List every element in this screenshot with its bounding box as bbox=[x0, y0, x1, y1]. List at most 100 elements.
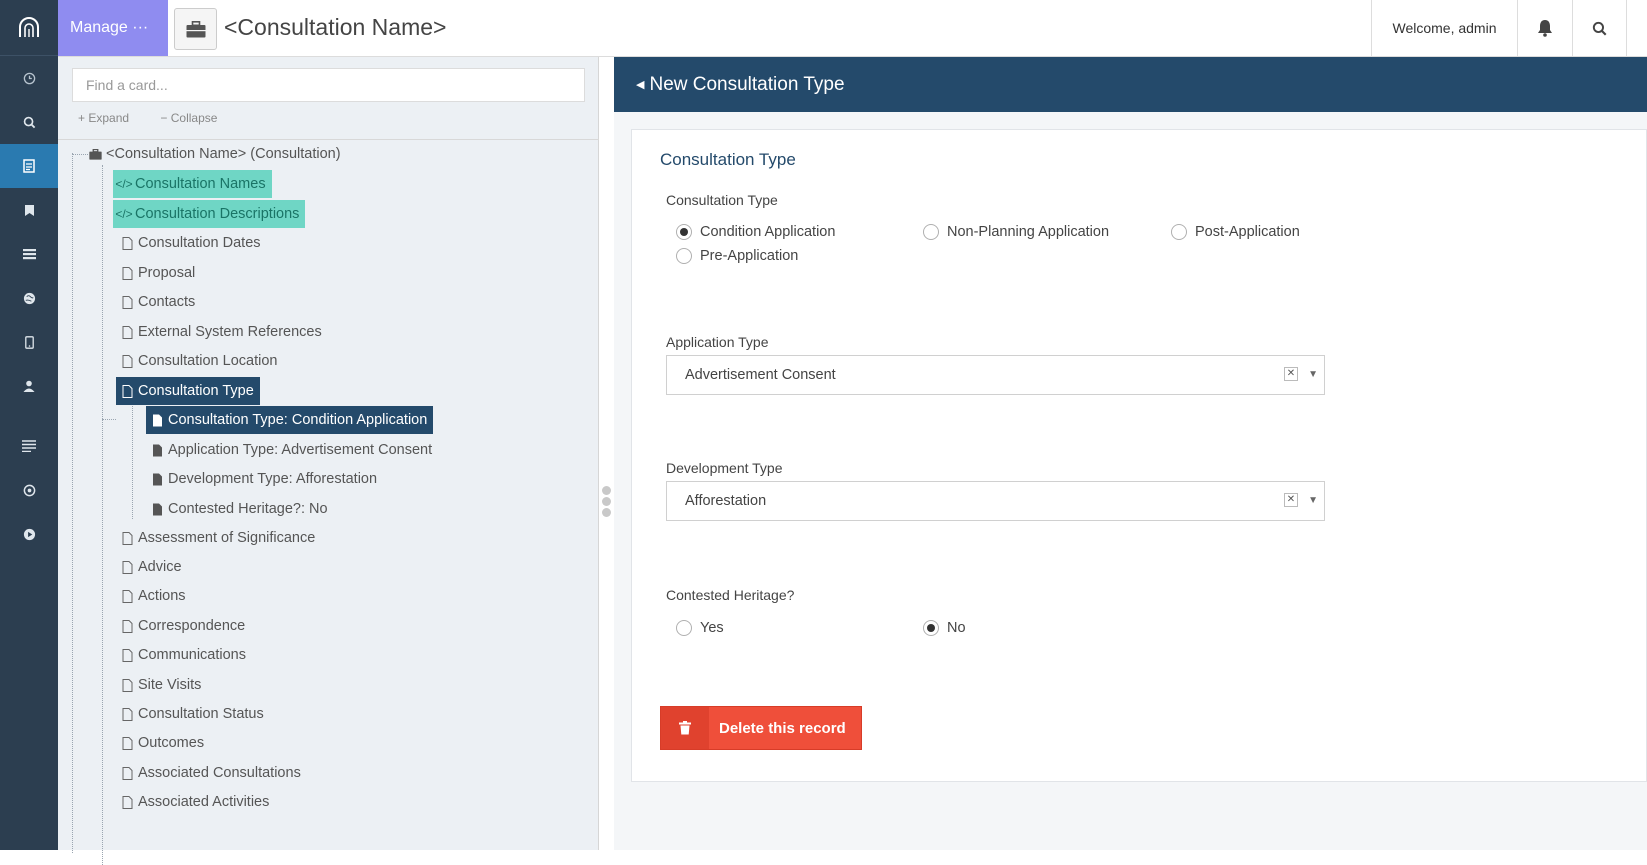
tree-node-label: Consultation Location bbox=[138, 353, 278, 369]
file-icon bbox=[120, 325, 134, 339]
tree-node-application-type-value[interactable]: Application Type: Advertisement Consent bbox=[146, 436, 438, 464]
tree-node-proposal[interactable]: Proposal bbox=[116, 259, 201, 287]
mobile-icon[interactable] bbox=[0, 320, 58, 364]
file-icon bbox=[120, 648, 134, 662]
target-icon[interactable] bbox=[0, 468, 58, 512]
page-title: <Consultation Name> bbox=[224, 14, 447, 40]
tree-node-associated-consultations[interactable]: Associated Consultations bbox=[116, 759, 307, 787]
tree-node-outcomes[interactable]: Outcomes bbox=[116, 729, 210, 757]
tree-node-label: Site Visits bbox=[138, 677, 202, 693]
trash-icon bbox=[661, 707, 709, 749]
tree-guide-line bbox=[102, 419, 116, 420]
caret-left-icon[interactable]: ◀ bbox=[636, 78, 644, 91]
card-tree-panel: Find a card... + Expand − Collapse <Cons… bbox=[58, 57, 599, 865]
tree-node-associated-activities[interactable]: Associated Activities bbox=[116, 788, 275, 816]
chevron-down-icon[interactable]: ▼ bbox=[1308, 482, 1318, 520]
briefcase-button[interactable] bbox=[174, 8, 217, 50]
tree-node-contested-heritage-value[interactable]: Contested Heritage?: No bbox=[146, 495, 334, 523]
clear-icon[interactable]: ✕ bbox=[1284, 367, 1298, 381]
file-icon bbox=[120, 707, 134, 721]
radio-post-application[interactable]: Post-Application bbox=[1171, 224, 1300, 240]
tree-node-advice[interactable]: Advice bbox=[116, 553, 188, 581]
tree-node-site-visits[interactable]: Site Visits bbox=[116, 671, 207, 699]
bookmark-icon[interactable] bbox=[0, 188, 58, 232]
clock-icon[interactable] bbox=[0, 56, 58, 100]
panel-resize-handle[interactable] bbox=[599, 57, 614, 850]
file-icon[interactable] bbox=[0, 144, 58, 188]
radio-heritage-yes[interactable]: Yes bbox=[676, 620, 724, 636]
application-type-select[interactable]: Advertisement Consent ✕ ▼ bbox=[666, 355, 1325, 395]
tree-root-node[interactable]: <Consultation Name> (Consultation) bbox=[84, 140, 347, 168]
radio-pre-application[interactable]: Pre-Application bbox=[676, 248, 798, 264]
tree-node-consultation-names[interactable]: </> Consultation Names bbox=[113, 170, 272, 198]
delete-record-button[interactable]: Delete this record bbox=[660, 706, 862, 750]
tree-node-label: Associated Consultations bbox=[138, 765, 301, 781]
tree-node-consultation-status[interactable]: Consultation Status bbox=[116, 700, 270, 728]
lines-icon[interactable] bbox=[0, 424, 58, 468]
user-icon[interactable] bbox=[0, 364, 58, 408]
search-icon[interactable] bbox=[0, 100, 58, 144]
play-icon[interactable] bbox=[0, 512, 58, 556]
header-search-button[interactable] bbox=[1572, 0, 1627, 56]
development-type-select[interactable]: Afforestation ✕ ▼ bbox=[666, 481, 1325, 521]
radio-circle bbox=[676, 620, 692, 636]
card-header-title: New Consultation Type bbox=[649, 73, 845, 95]
collapse-button[interactable]: − Collapse bbox=[160, 111, 231, 125]
find-card-input[interactable]: Find a card... bbox=[72, 68, 585, 102]
top-header: Manage ··· <Consultation Name> Welcome, … bbox=[58, 0, 1647, 57]
logo-icon[interactable] bbox=[0, 0, 58, 56]
file-solid-icon bbox=[150, 444, 164, 457]
tree-node-assessment-of-significance[interactable]: Assessment of Significance bbox=[116, 524, 321, 552]
tree-node-external-system-references[interactable]: External System References bbox=[116, 318, 328, 346]
tree-node-contacts[interactable]: Contacts bbox=[116, 288, 201, 316]
expand-button[interactable]: + Expand bbox=[78, 111, 143, 125]
tree-node-consultation-location[interactable]: Consultation Location bbox=[116, 347, 283, 375]
search-icon bbox=[1592, 21, 1607, 35]
tree-node-consultation-type-value[interactable]: Consultation Type: Condition Application bbox=[146, 406, 434, 434]
file-icon bbox=[120, 619, 134, 633]
tree-node-communications[interactable]: Communications bbox=[116, 641, 252, 669]
list-icon[interactable] bbox=[0, 232, 58, 276]
globe-icon[interactable] bbox=[0, 276, 58, 320]
tree-node-consultation-descriptions[interactable]: </> Consultation Descriptions bbox=[113, 200, 306, 228]
tree-node-label: External System References bbox=[138, 324, 322, 340]
tree-node-actions[interactable]: Actions bbox=[116, 582, 192, 610]
tree-guide-line bbox=[102, 165, 103, 865]
tree-node-development-type-value[interactable]: Development Type: Afforestation bbox=[146, 465, 383, 493]
grip-dot bbox=[602, 497, 611, 506]
radio-label: Yes bbox=[700, 620, 724, 636]
code-icon: </> bbox=[115, 207, 133, 221]
manage-menu-button[interactable]: Manage ··· bbox=[58, 0, 168, 56]
chevron-down-icon[interactable]: ▼ bbox=[1308, 356, 1318, 394]
briefcase-icon bbox=[186, 20, 205, 37]
tree-node-label: Proposal bbox=[138, 265, 196, 281]
code-icon: </> bbox=[115, 177, 133, 191]
expand-label: Expand bbox=[88, 111, 130, 125]
file-icon bbox=[120, 795, 134, 809]
file-icon bbox=[120, 531, 134, 545]
file-icon bbox=[120, 384, 134, 398]
tree-node-label: Consultation Type bbox=[138, 383, 254, 399]
clear-icon[interactable]: ✕ bbox=[1284, 493, 1298, 507]
radio-circle bbox=[923, 224, 939, 240]
expand-collapse-controls: + Expand − Collapse bbox=[78, 111, 245, 125]
tree-node-label: Consultation Dates bbox=[138, 235, 261, 251]
radio-heritage-no[interactable]: No bbox=[923, 620, 966, 636]
radio-condition-application[interactable]: Condition Application bbox=[676, 224, 835, 240]
tree-node-label: Associated Activities bbox=[138, 794, 270, 810]
select-value: Afforestation bbox=[685, 493, 767, 509]
tree-node-consultation-dates[interactable]: Consultation Dates bbox=[116, 229, 267, 257]
notifications-button[interactable] bbox=[1517, 0, 1572, 56]
welcome-user[interactable]: Welcome, admin bbox=[1371, 0, 1517, 56]
file-icon bbox=[120, 678, 134, 692]
tree-node-label: Assessment of Significance bbox=[138, 530, 316, 546]
tree-node-label: Development Type: Afforestation bbox=[168, 471, 378, 487]
tree-node-label: Correspondence bbox=[138, 618, 246, 634]
radio-circle bbox=[676, 248, 692, 264]
radio-non-planning-application[interactable]: Non-Planning Application bbox=[923, 224, 1109, 240]
tree-node-correspondence[interactable]: Correspondence bbox=[116, 612, 251, 640]
tree-node-consultation-type[interactable]: Consultation Type bbox=[116, 377, 260, 405]
bell-icon bbox=[1538, 20, 1552, 37]
tree-node-label: Outcomes bbox=[138, 735, 205, 751]
file-icon bbox=[120, 560, 134, 574]
